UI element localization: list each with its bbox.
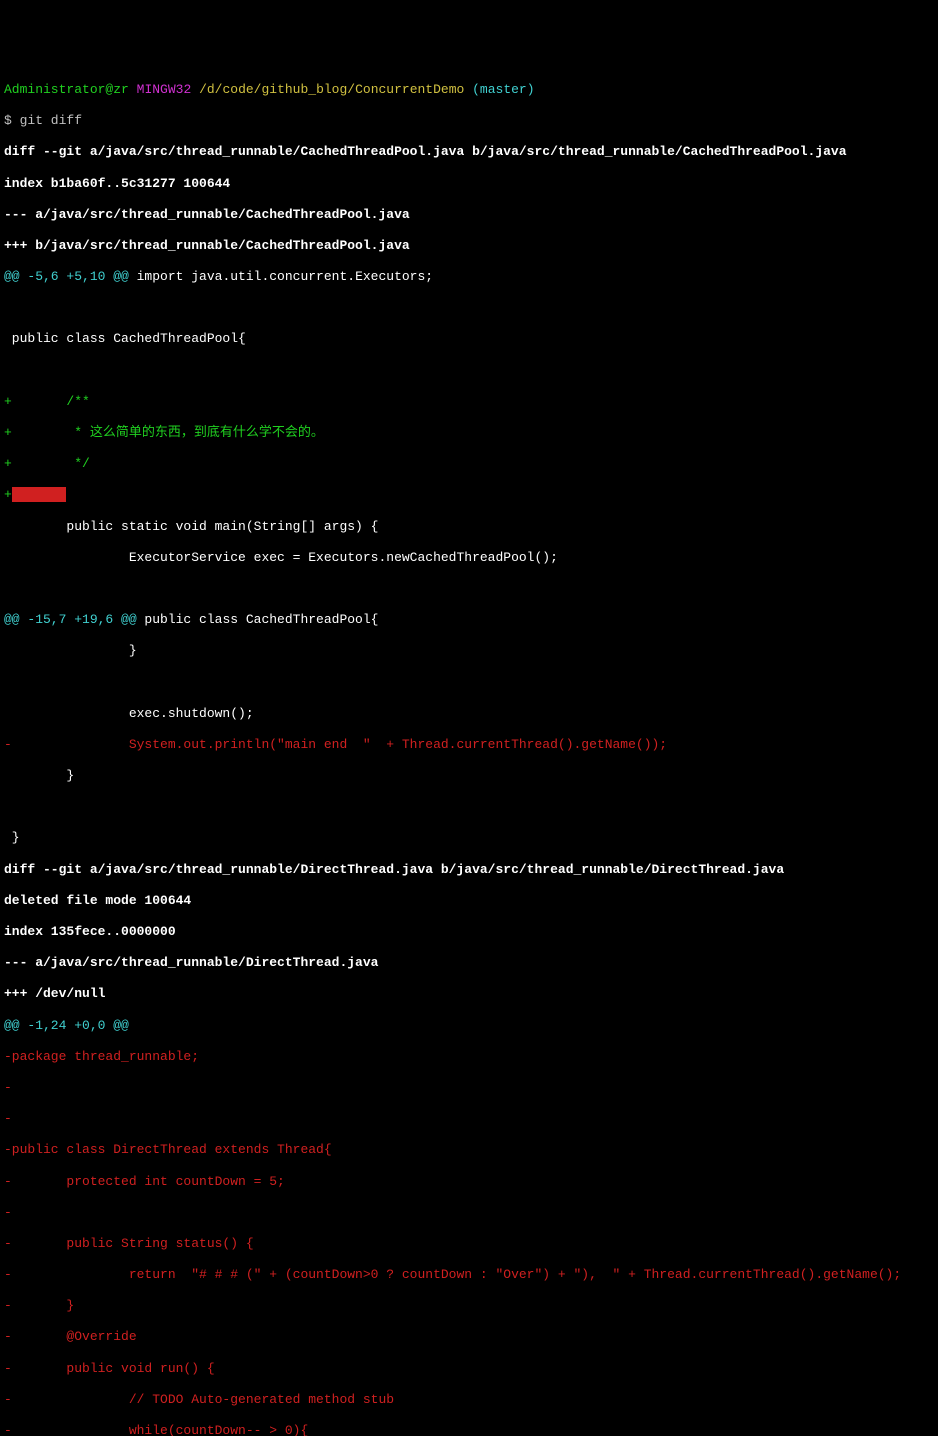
deleted-line: - // TODO Auto-generated method stub xyxy=(4,1392,934,1408)
context-line: } xyxy=(4,643,934,659)
prompt-branch: (master) xyxy=(472,82,534,97)
context-line xyxy=(4,799,934,815)
context-line xyxy=(4,581,934,597)
diff-header: diff --git a/java/src/thread_runnable/Ca… xyxy=(4,144,934,160)
deleted-line: - xyxy=(4,1111,934,1127)
deleted-line: - xyxy=(4,1205,934,1221)
diff-plus-file: +++ /dev/null xyxy=(4,986,934,1002)
context-line: } xyxy=(4,830,934,846)
deleted-line: - while(countDown-- > 0){ xyxy=(4,1423,934,1436)
command-line[interactable]: $ git diff xyxy=(4,113,934,129)
terminal-output: Administrator@zr MINGW32 /d/code/github_… xyxy=(4,66,934,1436)
context-line: exec.shutdown(); xyxy=(4,706,934,722)
diff-index: index b1ba60f..5c31277 100644 xyxy=(4,176,934,192)
deleted-line: - System.out.println("main end " + Threa… xyxy=(4,737,934,753)
deleted-line: - public String status() { xyxy=(4,1236,934,1252)
context-line: public class CachedThreadPool{ xyxy=(4,331,934,347)
deleted-line: - return "# # # (" + (countDown>0 ? coun… xyxy=(4,1267,934,1283)
prompt-line: Administrator@zr MINGW32 /d/code/github_… xyxy=(4,82,934,98)
added-line: + */ xyxy=(4,456,934,472)
deleted-line: - } xyxy=(4,1298,934,1314)
hunk-header: @@ -1,24 +0,0 @@ xyxy=(4,1018,934,1034)
deleted-line: - public void run() { xyxy=(4,1361,934,1377)
hunk-header: @@ -5,6 +5,10 @@ import java.util.concur… xyxy=(4,269,934,285)
hunk-header: @@ -15,7 +19,6 @@ public class CachedThr… xyxy=(4,612,934,628)
prompt-user: Administrator@zr xyxy=(4,82,129,97)
deleted-line: - protected int countDown = 5; xyxy=(4,1174,934,1190)
added-line: + * 这么简单的东西，到底有什么学不会的。 xyxy=(4,425,934,441)
diff-header: diff --git a/java/src/thread_runnable/Di… xyxy=(4,862,934,878)
deleted-line: -package thread_runnable; xyxy=(4,1049,934,1065)
prompt-path: /d/code/github_blog/ConcurrentDemo xyxy=(199,82,464,97)
diff-index: index 135fece..0000000 xyxy=(4,924,934,940)
context-line xyxy=(4,675,934,691)
diff-deleted-mode: deleted file mode 100644 xyxy=(4,893,934,909)
prompt-env: MINGW32 xyxy=(137,82,192,97)
context-line xyxy=(4,300,934,316)
diff-plus-file: +++ b/java/src/thread_runnable/CachedThr… xyxy=(4,238,934,254)
context-line: } xyxy=(4,768,934,784)
deleted-line: - xyxy=(4,1080,934,1096)
added-line: + /** xyxy=(4,394,934,410)
context-line: public static void main(String[] args) { xyxy=(4,519,934,535)
diff-minus-file: --- a/java/src/thread_runnable/CachedThr… xyxy=(4,207,934,223)
diff-minus-file: --- a/java/src/thread_runnable/DirectThr… xyxy=(4,955,934,971)
deleted-line: -public class DirectThread extends Threa… xyxy=(4,1142,934,1158)
deleted-line: - @Override xyxy=(4,1329,934,1345)
context-line: ExecutorService exec = Executors.newCach… xyxy=(4,550,934,566)
added-line-trailing-ws: + xyxy=(4,487,934,503)
context-line xyxy=(4,363,934,379)
